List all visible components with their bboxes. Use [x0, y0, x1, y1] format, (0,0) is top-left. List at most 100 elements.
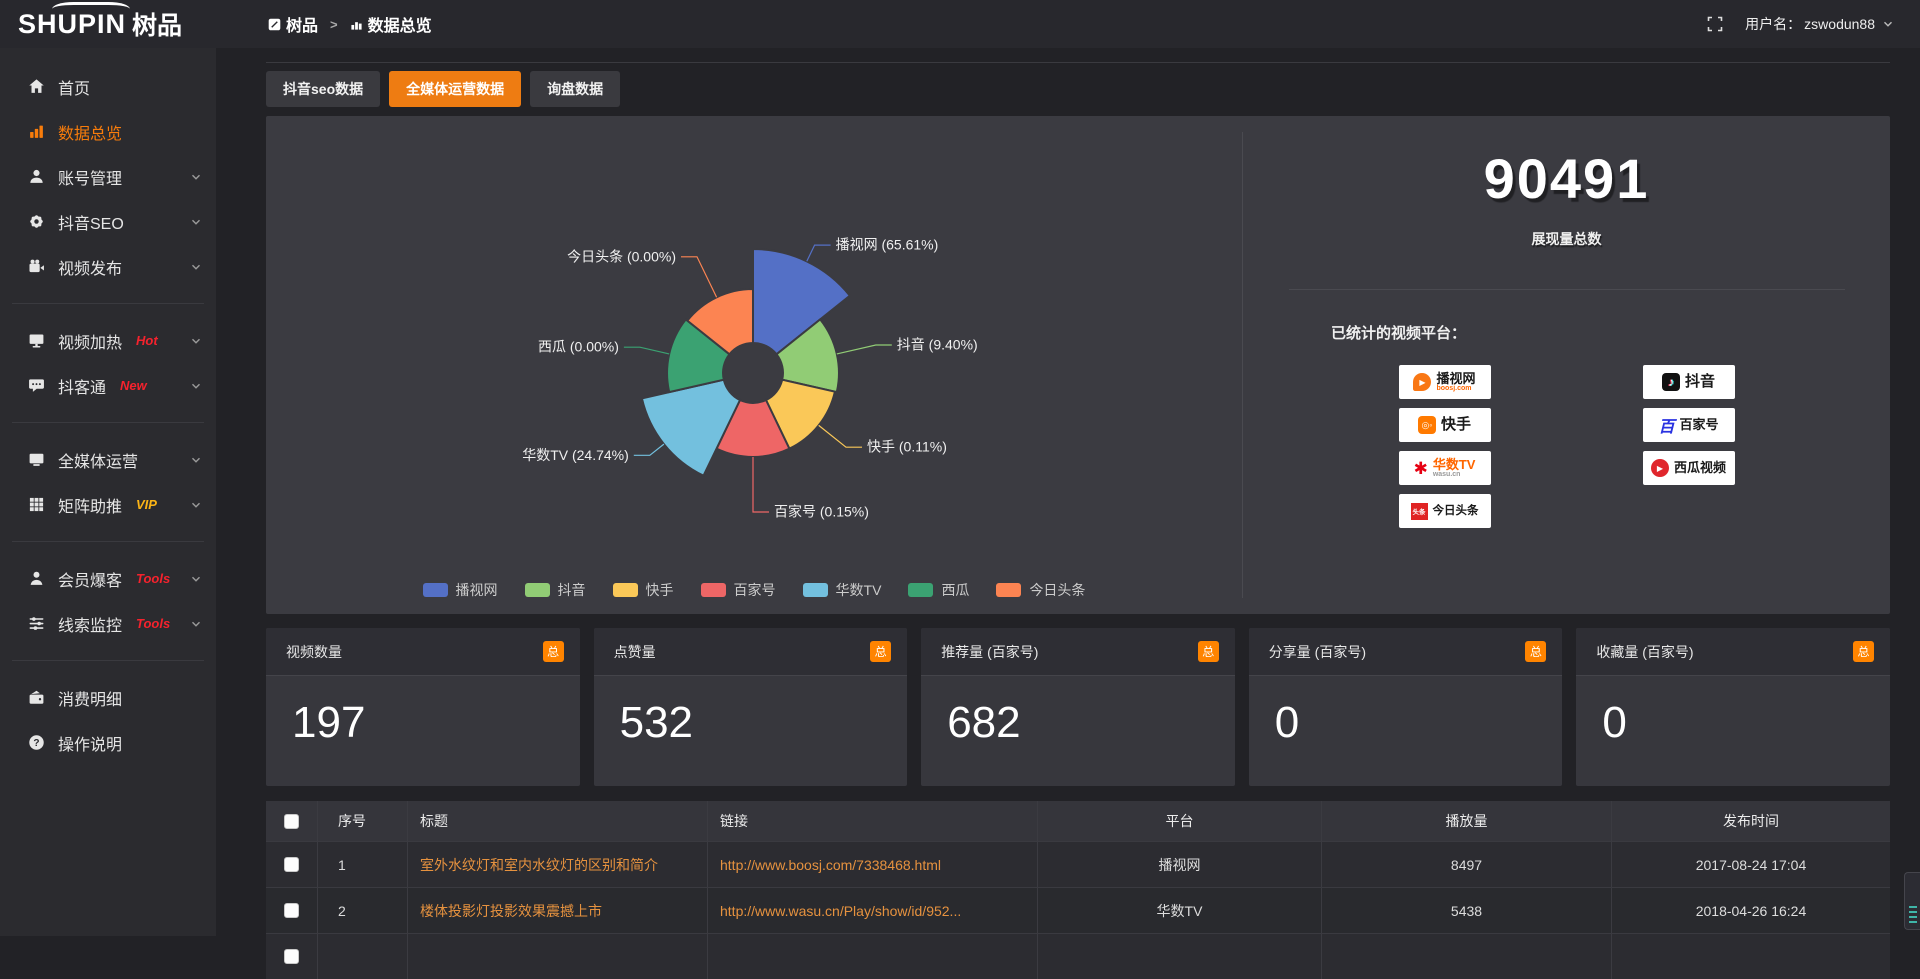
- sidebar-item-account-manage[interactable]: 账号管理: [0, 154, 216, 199]
- platform-name: 快手: [1441, 417, 1471, 433]
- chevron-down-icon: [1882, 18, 1894, 30]
- platforms-label: 已统计的视频平台：: [1331, 322, 1890, 343]
- platform-logo-kuaishou: ◎◦快手: [1399, 408, 1491, 442]
- breadcrumb-item-home[interactable]: 树品: [268, 12, 318, 36]
- chevron-down-icon: [190, 499, 202, 511]
- app-logo: SHUPIN 树品: [0, 0, 216, 48]
- pie-label-line: [807, 245, 831, 261]
- select-all-checkbox[interactable]: [284, 814, 299, 829]
- chevron-down-icon: [190, 261, 202, 273]
- legend-item-抖音[interactable]: 抖音: [525, 580, 586, 600]
- legend-marker: [613, 583, 638, 597]
- chart-legend: 播视网 抖音 快手 百家号 华数TV 西瓜 今日头条: [266, 580, 1242, 600]
- table-header-4: 播放量: [1322, 801, 1612, 841]
- tab-2[interactable]: 询盘数据: [530, 71, 620, 107]
- pie-label: 百家号 (0.15%): [774, 504, 869, 520]
- row-checkbox-cell: [266, 888, 318, 933]
- video-url-link[interactable]: http://www.boosj.com/7338468.html: [720, 857, 941, 873]
- sliders-icon: [27, 615, 45, 632]
- table-header-5: 发布时间: [1612, 801, 1890, 841]
- platform-logos: ▶播视网boosj.com◎◦快手✱华数TVwasu.cn头条今日头条♪抖音百百…: [1243, 365, 1890, 528]
- cell-index: 2: [318, 888, 408, 933]
- row-checkbox[interactable]: [284, 949, 299, 964]
- pie-label-line: [634, 444, 664, 455]
- pie-slice-华数TV[interactable]: [642, 380, 740, 476]
- username-label: 用户名：: [1745, 14, 1801, 34]
- tab-1[interactable]: 全媒体运营数据: [389, 71, 521, 107]
- legend-item-今日头条[interactable]: 今日头条: [996, 580, 1085, 600]
- platform-logo-douyin: ♪抖音: [1643, 365, 1735, 399]
- sidebar-item-data-overview[interactable]: 数据总览: [0, 109, 216, 154]
- sidebar-item-label: 会员爆客: [58, 567, 122, 591]
- boosj-logo-icon: ▶: [1413, 373, 1431, 391]
- legend-marker: [908, 583, 933, 597]
- stat-cards-row: 视频数量总197点赞量总532推荐量 (百家号)总682分享量 (百家号)总0收…: [266, 628, 1890, 786]
- floating-widget[interactable]: [1904, 872, 1920, 930]
- legend-item-百家号[interactable]: 百家号: [701, 580, 776, 600]
- stat-card-0: 视频数量总197: [266, 628, 580, 786]
- stat-card-title: 点赞量: [614, 642, 656, 662]
- cell-index: 1: [318, 842, 408, 887]
- stat-card-value: 532: [620, 698, 908, 748]
- table-header-1: 标题: [408, 801, 708, 841]
- stat-card-header: 视频数量总: [266, 628, 580, 676]
- legend-marker: [701, 583, 726, 597]
- chevron-down-icon: [190, 454, 202, 466]
- breadcrumb: 树品 > 数据总览: [268, 12, 432, 36]
- user-menu[interactable]: 用户名： zswodun88: [1745, 14, 1894, 34]
- sidebar-item-douyin-seo[interactable]: 抖音SEO: [0, 199, 216, 244]
- douyin-logo-icon: ♪: [1662, 373, 1680, 391]
- sidebar-item-video-heat[interactable]: 视频加热Hot: [0, 318, 216, 363]
- table-header-0: 序号: [318, 801, 408, 841]
- platform-logo-baijiahao: 百百家号: [1643, 408, 1735, 442]
- video-title-link[interactable]: 楼体投影灯投影效果震撼上市: [420, 901, 602, 921]
- fullscreen-icon[interactable]: [1707, 16, 1723, 32]
- row-checkbox[interactable]: [284, 857, 299, 872]
- legend-item-快手[interactable]: 快手: [613, 580, 674, 600]
- baijiahao-logo-icon: 百: [1658, 413, 1674, 437]
- sidebar-item-video-publish[interactable]: 视频发布: [0, 244, 216, 289]
- sidebar-item-consumption-detail[interactable]: 消费明细: [0, 675, 216, 720]
- sidebar-item-clue-monitor[interactable]: 线索监控Tools: [0, 601, 216, 646]
- member-icon: [27, 570, 45, 587]
- sidebar-item-label: 视频加热: [58, 329, 122, 353]
- sidebar-item-label: 全媒体运营: [58, 448, 138, 472]
- chat-icon: [27, 377, 45, 394]
- row-checkbox[interactable]: [284, 903, 299, 918]
- wallet-icon: [27, 689, 45, 706]
- stat-card-title: 推荐量 (百家号): [941, 642, 1038, 662]
- sidebar-item-label: 抖音SEO: [58, 210, 124, 234]
- sidebar-item-label: 线索监控: [58, 612, 122, 636]
- video-title-link[interactable]: 室外水纹灯和室内水纹灯的区别和简介: [420, 855, 658, 875]
- platform-name: 华数TV: [1433, 458, 1476, 472]
- legend-label: 抖音: [558, 580, 586, 600]
- pie-label-line: [624, 347, 669, 354]
- platform-name: 播视网: [1436, 372, 1475, 386]
- tab-0[interactable]: 抖音seo数据: [266, 71, 380, 107]
- sidebar-divider: [12, 303, 204, 304]
- legend-marker: [803, 583, 828, 597]
- legend-label: 西瓜: [941, 580, 969, 600]
- legend-item-华数TV[interactable]: 华数TV: [803, 580, 882, 600]
- sidebar-item-matrix-boost[interactable]: 矩阵助推VIP: [0, 482, 216, 527]
- pie-label: 西瓜 (0.00%): [538, 339, 619, 355]
- sidebar-item-douketong[interactable]: 抖客通New: [0, 363, 216, 408]
- topbar: SHUPIN 树品 树品 > 数据总览 用户名： zswodun88: [0, 0, 1920, 48]
- topbar-right: 用户名： zswodun88: [1707, 14, 1920, 34]
- legend-item-播视网[interactable]: 播视网: [423, 580, 498, 600]
- sidebar-item-label: 首页: [58, 75, 90, 99]
- sidebar-item-member-baoke[interactable]: 会员爆客Tools: [0, 556, 216, 601]
- sidebar-item-operation-help[interactable]: ?操作说明: [0, 720, 216, 765]
- platform-logo-wasu: ✱华数TVwasu.cn: [1399, 451, 1491, 485]
- sidebar-item-media-operation[interactable]: 全媒体运营: [0, 437, 216, 482]
- breadcrumb-item-current[interactable]: 数据总览: [350, 12, 432, 36]
- stat-card-4: 收藏量 (百家号)总0: [1576, 628, 1890, 786]
- sidebar-item-home[interactable]: 首页: [0, 64, 216, 109]
- video-url-link[interactable]: http://www.wasu.cn/Play/show/id/952...: [720, 903, 961, 919]
- platform-logo-boosj: ▶播视网boosj.com: [1399, 365, 1491, 399]
- legend-item-西瓜[interactable]: 西瓜: [908, 580, 969, 600]
- videos-table: 序号标题链接平台播放量发布时间1室外水纹灯和室内水纹灯的区别和简介http://…: [266, 801, 1890, 979]
- svg-text:?: ?: [33, 738, 39, 749]
- total-impressions-value: 90491: [1243, 146, 1890, 211]
- table-header-3: 平台: [1038, 801, 1322, 841]
